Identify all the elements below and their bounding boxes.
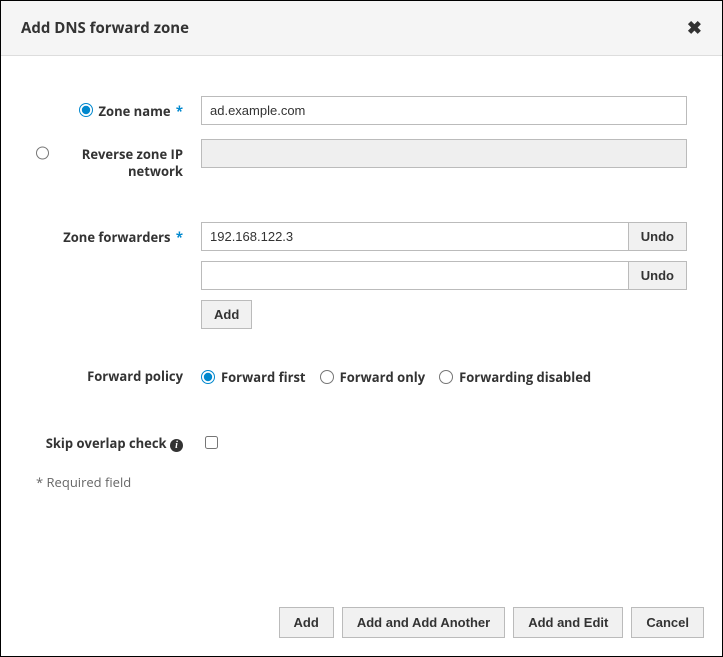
row-skip-overlap: Skip overlap check i — [36, 428, 687, 453]
zone-forwarders-label: Zone forwarders — [63, 228, 170, 246]
forwarding-disabled-label: Forwarding disabled — [459, 368, 591, 386]
reverse-zone-radio[interactable] — [36, 146, 49, 160]
reverse-zone-input — [201, 139, 687, 168]
row-zone-name: Zone name * — [36, 96, 687, 125]
required-star-icon: * — [173, 228, 183, 246]
forward-only-option[interactable]: Forward only — [320, 368, 426, 386]
forwarding-disabled-radio[interactable] — [439, 370, 453, 384]
zone-name-label: Zone name — [99, 102, 171, 120]
undo-button[interactable]: Undo — [628, 262, 686, 289]
forwarder-row: Undo — [201, 222, 687, 251]
forwarding-disabled-option[interactable]: Forwarding disabled — [439, 368, 591, 386]
zone-name-radio[interactable] — [79, 103, 93, 117]
dialog-footer: Add Add and Add Another Add and Edit Can… — [1, 595, 722, 656]
reverse-zone-label: Reverse zone IP network — [55, 146, 183, 180]
row-reverse-zone: Reverse zone IP network — [36, 139, 687, 180]
skip-overlap-checkbox[interactable] — [205, 436, 218, 449]
add-and-edit-button[interactable]: Add and Edit — [513, 607, 623, 638]
close-icon[interactable]: ✖ — [687, 16, 702, 40]
cancel-button[interactable]: Cancel — [631, 607, 704, 638]
add-forwarder-button[interactable]: Add — [201, 300, 252, 329]
skip-overlap-label: Skip overlap check — [46, 434, 167, 452]
forwarder-input[interactable] — [202, 223, 628, 250]
zone-name-input[interactable] — [201, 96, 687, 125]
required-star-icon: * — [173, 102, 183, 120]
forward-only-radio[interactable] — [320, 370, 334, 384]
row-forward-policy: Forward policy Forward first Forward onl… — [36, 361, 687, 386]
forward-only-label: Forward only — [340, 368, 426, 386]
dialog-title: Add DNS forward zone — [21, 18, 189, 38]
forward-first-label: Forward first — [221, 368, 306, 386]
add-button[interactable]: Add — [279, 607, 334, 638]
info-icon[interactable]: i — [170, 439, 183, 452]
dialog-body: Zone name * Reverse zone IP network Zone… — [1, 56, 722, 595]
add-and-add-another-button[interactable]: Add and Add Another — [342, 607, 505, 638]
dialog-header: Add DNS forward zone ✖ — [1, 1, 722, 56]
forward-first-radio[interactable] — [201, 370, 215, 384]
forward-policy-label: Forward policy — [87, 368, 183, 385]
forwarder-row: Undo — [201, 261, 687, 290]
forwarder-input[interactable] — [202, 262, 628, 289]
required-field-note: * Required field — [36, 473, 687, 491]
add-dns-forward-zone-dialog: Add DNS forward zone ✖ Zone name * Rever… — [0, 0, 723, 657]
row-zone-forwarders: Zone forwarders * Undo Undo Add — [36, 222, 687, 329]
forward-first-option[interactable]: Forward first — [201, 368, 306, 386]
undo-button[interactable]: Undo — [628, 223, 686, 250]
